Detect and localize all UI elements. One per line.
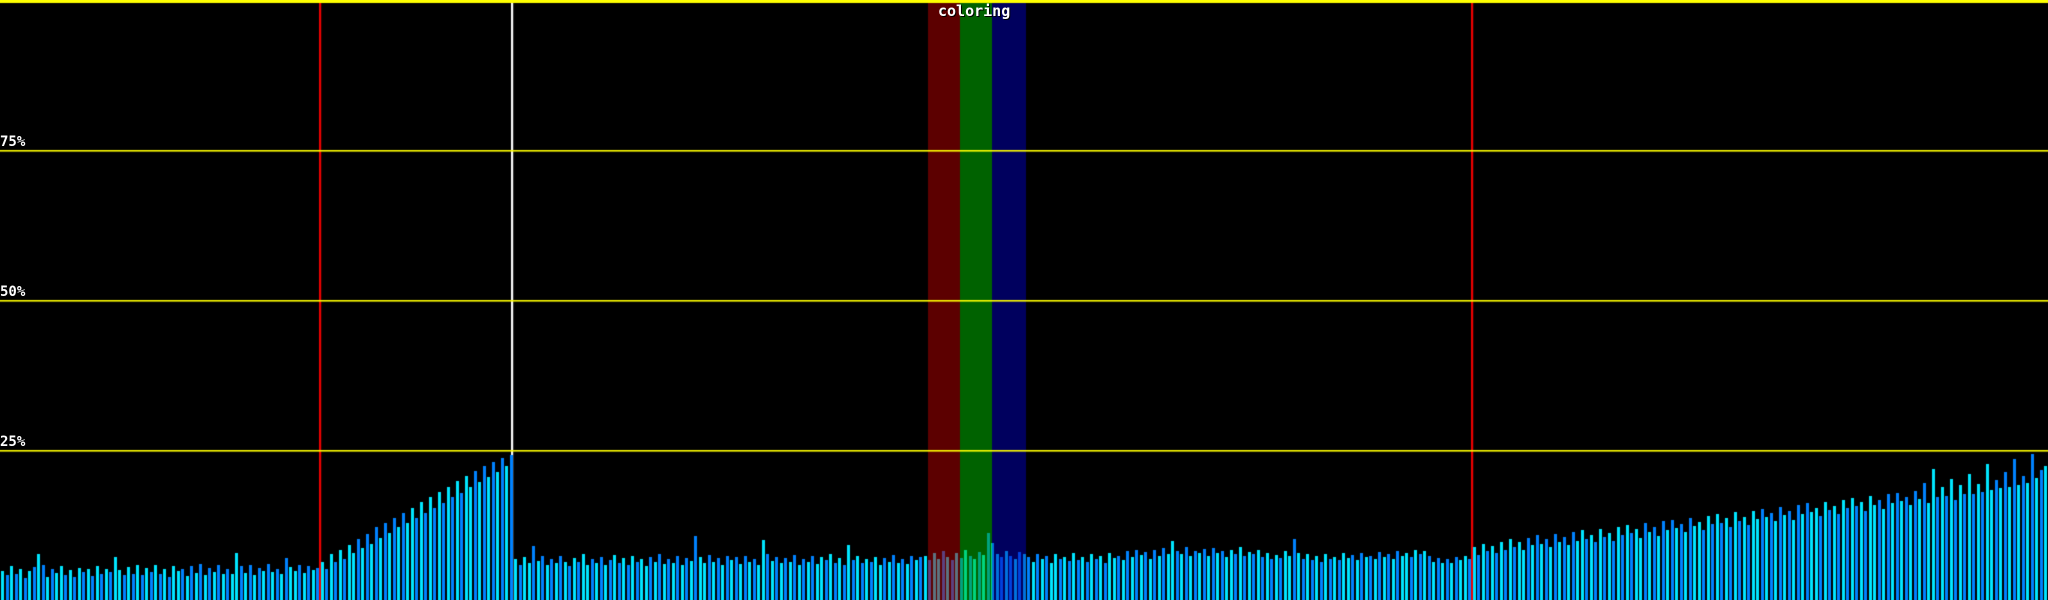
profiler-graph: 75% 50% 25% coloring	[0, 0, 2048, 600]
y-axis-label-25: 25%	[0, 435, 25, 450]
y-axis-label-75: 75%	[0, 135, 25, 150]
bar-graph-canvas	[0, 0, 2048, 600]
coloring-band-label: coloring	[938, 4, 1010, 19]
y-axis-label-50: 50%	[0, 285, 25, 300]
